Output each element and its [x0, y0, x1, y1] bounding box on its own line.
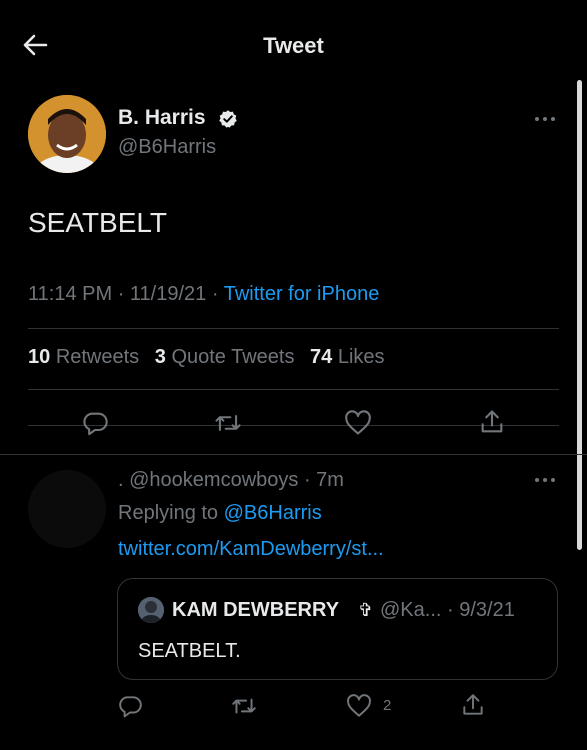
replying-prefix: Replying to — [118, 502, 219, 524]
quoted-avatar-image — [138, 597, 164, 623]
reply-link[interactable]: twitter.com/KamDewberry/st... — [118, 538, 384, 561]
reply-share-icon[interactable] — [460, 692, 486, 718]
likes-label: Likes — [337, 346, 385, 368]
tweet-source-link[interactable]: Twitter for iPhone — [224, 283, 380, 305]
likes-stat[interactable]: 74 Likes — [310, 346, 385, 368]
tweet-meta: 11:14 PM · 11/19/21 · Twitter for iPhone — [28, 283, 379, 306]
replying-mention[interactable]: @B6Harris — [224, 502, 322, 524]
quotes-stat[interactable]: 3 Quote Tweets — [155, 346, 295, 368]
meta-separator: · — [117, 283, 130, 305]
quoted-name: KAM DEWBERRY — [172, 599, 340, 621]
reply-retweet-icon[interactable] — [230, 693, 258, 719]
divider — [0, 454, 587, 455]
reply-reply-icon[interactable] — [117, 693, 143, 719]
meta-separator: · — [211, 283, 224, 305]
divider — [28, 328, 559, 329]
retweets-stat[interactable]: 10 Retweets — [28, 346, 139, 368]
reply-handle-line[interactable]: . @hookemcowboys · 7m — [118, 469, 344, 492]
reply-icon[interactable] — [81, 409, 109, 437]
reply-avatar[interactable] — [28, 470, 106, 548]
author-name[interactable]: B. Harris — [118, 106, 206, 130]
author-avatar[interactable] — [28, 95, 106, 173]
retweets-count: 10 — [28, 346, 51, 368]
reply-like-count: 2 — [383, 697, 392, 714]
page-title: Tweet — [263, 33, 324, 58]
scrollbar[interactable] — [577, 80, 582, 550]
quotes-count: 3 — [154, 346, 166, 368]
retweet-icon[interactable] — [213, 409, 243, 437]
quoted-text: SEATBELT. — [138, 640, 241, 662]
divider — [28, 389, 559, 390]
more-options-icon[interactable] — [533, 113, 557, 125]
tweet-date: 11/19/21 — [129, 283, 207, 305]
share-icon[interactable] — [478, 408, 506, 436]
like-icon[interactable] — [344, 410, 372, 436]
replying-to: Replying to @B6Harris — [118, 502, 322, 525]
tweet-time: 11:14 PM — [28, 283, 113, 305]
retweets-label: Retweets — [55, 346, 140, 368]
quoted-name-emoji: ✞ — [358, 600, 374, 620]
reply-like-icon[interactable] — [346, 694, 372, 718]
reply-more-options-icon[interactable] — [533, 474, 557, 486]
author-handle[interactable]: @B6Harris — [118, 136, 216, 159]
verified-badge-icon — [219, 110, 237, 128]
likes-count: 74 — [310, 346, 333, 368]
tweet-text: SEATBELT — [28, 207, 168, 238]
tweet-stats: 10 Retweets 3 Quote Tweets 74 Likes — [28, 346, 385, 369]
quoted-avatar — [138, 597, 164, 623]
quoted-handle-date: @Ka... · 9/3/21 — [380, 599, 515, 621]
quotes-label: Quote Tweets — [171, 346, 295, 368]
avatar-image — [28, 95, 106, 173]
quoted-tweet[interactable] — [117, 578, 558, 680]
